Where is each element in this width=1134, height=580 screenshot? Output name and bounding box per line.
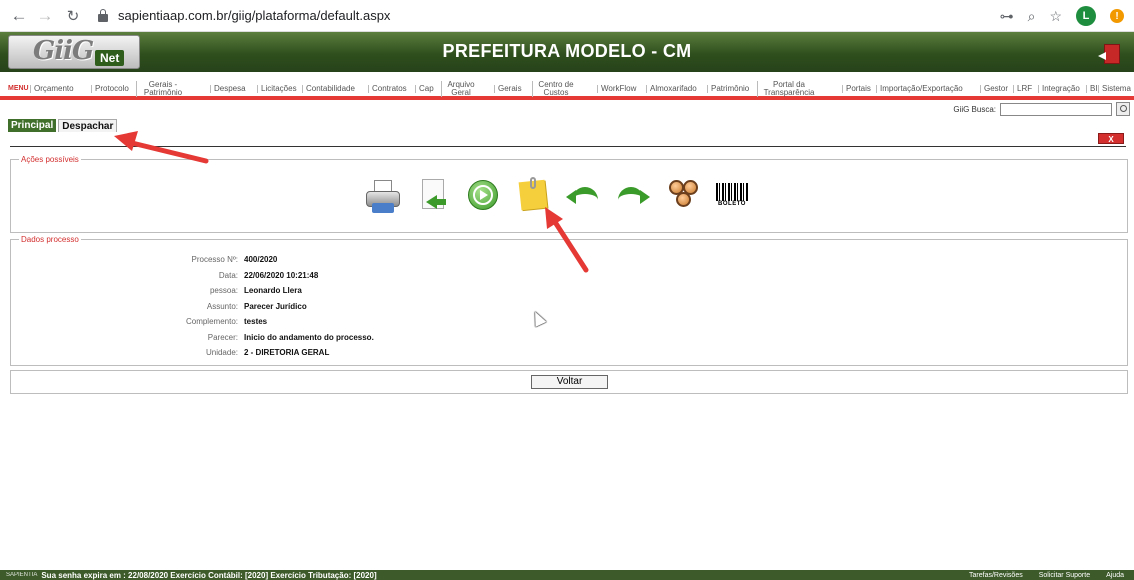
search-input[interactable] [1000,102,1112,116]
detail-label: pessoa: [209,286,238,296]
forward-icon[interactable]: → [34,6,56,26]
footer-brand: SAPIENTIA [6,572,38,578]
footer-link-ajuda[interactable]: Ajuda [1106,572,1124,579]
voltar-button[interactable]: Voltar [531,375,608,389]
detail-row: Processo Nº: 400/2020 [150,252,374,268]
detail-value: Leonardo Llera [244,286,302,296]
bookmark-star-icon[interactable]: ☆ [1049,8,1062,25]
detail-value: Inicio do andamento do processo. [244,332,374,342]
detail-label: Parecer: [207,332,238,342]
logout-icon[interactable] [1098,44,1120,64]
profile-avatar[interactable]: L [1076,6,1096,26]
zoom-icon[interactable]: ⌕ [1028,8,1036,25]
menu-item-portais[interactable]: Portais [842,85,871,93]
reload-icon[interactable]: ↻ [62,7,84,25]
undo-arrow-icon[interactable] [566,177,600,215]
menu-item-gerais-patrimonio[interactable]: Gerais - Patrimônio [136,81,186,97]
menu-item-lrf[interactable]: LRF [1013,85,1032,93]
menu-item-gestor[interactable]: Gestor [980,85,1008,93]
back-icon[interactable]: ← [8,6,30,26]
menu-item-integracao[interactable]: Integração [1038,85,1080,93]
search-icon[interactable] [1116,102,1130,116]
detail-label: Processo Nº: [191,255,239,265]
barcode-label: BOLETO [716,201,748,207]
detail-value: 22/06/2020 10:21:48 [244,270,319,280]
menu-item-despesa[interactable]: Despesa [210,85,246,93]
browser-actions: ⊶ ⌕ ☆ L ! [1000,6,1124,26]
dados-legend: Dados processo [21,235,79,244]
menu-item-workflow[interactable]: WorkFlow [597,85,636,93]
detail-value: 2 - DIRETORIA GERAL [244,348,330,358]
giig-search: GiiG Busca: [953,102,1130,116]
footer-link-tarefas[interactable]: Tarefas/Revisões [969,572,1023,579]
forward-circle-icon[interactable] [466,177,500,215]
tab-strip: Principal Despachar [8,119,118,132]
menu-item-gerais[interactable]: Gerais [494,85,522,93]
users-group-icon[interactable] [666,177,700,215]
detail-label: Data: [218,270,238,280]
tab-divider [10,146,1126,147]
menu-item-contabilidade[interactable]: Contabilidade [302,85,355,93]
menu-item-importacao-exportacao[interactable]: Importação/Exportação [876,85,963,93]
menu-item-patrimonio[interactable]: Patrimônio [707,85,749,93]
printer-icon[interactable] [366,177,400,215]
menu-item-sistema[interactable]: Sistema [1098,85,1131,93]
menu-item-centro-de-custos[interactable]: Centro de Custos [532,81,576,97]
detail-row: Parecer: Inicio do andamento do processo. [150,330,374,346]
tab-principal[interactable]: Principal [8,119,57,132]
main-menu: MENU Orçamento Protocolo Gerais - Patrim… [0,72,1134,100]
return-document-icon[interactable] [416,177,450,215]
menu-label: MENU [8,85,29,92]
menu-item-almoxarifado[interactable]: Almoxarifado [646,85,697,93]
redo-arrow-icon[interactable] [616,177,650,215]
tab-despachar[interactable]: Despachar [58,119,118,132]
acoes-legend: Ações possíveis [21,155,79,164]
action-toolbar: BOLETO [366,177,748,215]
address-bar[interactable]: sapientiaap.com.br/giig/plataforma/defau… [98,8,390,23]
menu-item-portal-transparencia[interactable]: Portal da Transparência [757,81,817,97]
detail-value: 400/2020 [244,255,278,265]
detail-row: Unidade: 2 - DIRETORIA GERAL [150,345,374,361]
detail-label: Unidade: [205,348,238,358]
detail-value: Parecer Jurídico [244,301,307,311]
process-details: Processo Nº: 400/2020 Data: 22/06/2020 10:… [150,252,374,361]
footer-link-suporte[interactable]: Solicitar Suporte [1039,572,1090,579]
close-button[interactable]: X [1098,133,1124,144]
detail-label: Complemento: [185,317,238,327]
menu-item-protocolo[interactable]: Protocolo [91,85,129,93]
detail-row: Data: 22/06/2020 10:21:48 [150,268,374,284]
lock-icon [98,8,108,22]
menu-item-licitacoes[interactable]: Licitações [257,85,297,93]
detail-label: Assunto: [206,301,238,311]
sticky-note-icon[interactable] [516,177,550,215]
app-banner: GiiG Net PREFEITURA MODELO - CM [0,32,1134,72]
detail-value: testes [244,317,268,327]
status-footer: SAPIENTIA Sua senha expira em : 22/08/20… [0,570,1134,580]
page-title: PREFEITURA MODELO - CM [442,41,692,61]
barcode-icon[interactable]: BOLETO [716,177,748,215]
url-text[interactable]: sapientiaap.com.br/giig/plataforma/defau… [118,8,390,23]
browser-toolbar: ← → ↻ sapientiaap.com.br/giig/plataforma… [0,0,1134,32]
menu-item-arquivo-geral[interactable]: Arquivo Geral [441,81,477,97]
update-icon[interactable]: ! [1110,9,1124,23]
search-label: GiiG Busca: [953,104,996,114]
menu-item-cap[interactable]: Cap [415,85,434,93]
footer-message: Sua senha expira em : 22/08/2020 Exercíc… [41,570,377,580]
detail-row: pessoa: Leonardo Llera [150,283,374,299]
footer-links: Tarefas/Revisões Solicitar Suporte Ajuda [969,572,1124,579]
menu-item-orcamento[interactable]: Orçamento [30,85,74,93]
key-icon[interactable]: ⊶ [1000,8,1014,25]
menu-item-contratos[interactable]: Contratos [368,85,407,93]
detail-row: Complemento: testes [150,314,374,330]
detail-row: Assunto: Parecer Jurídico [150,299,374,315]
menu-item-bi[interactable]: BI [1086,85,1098,93]
